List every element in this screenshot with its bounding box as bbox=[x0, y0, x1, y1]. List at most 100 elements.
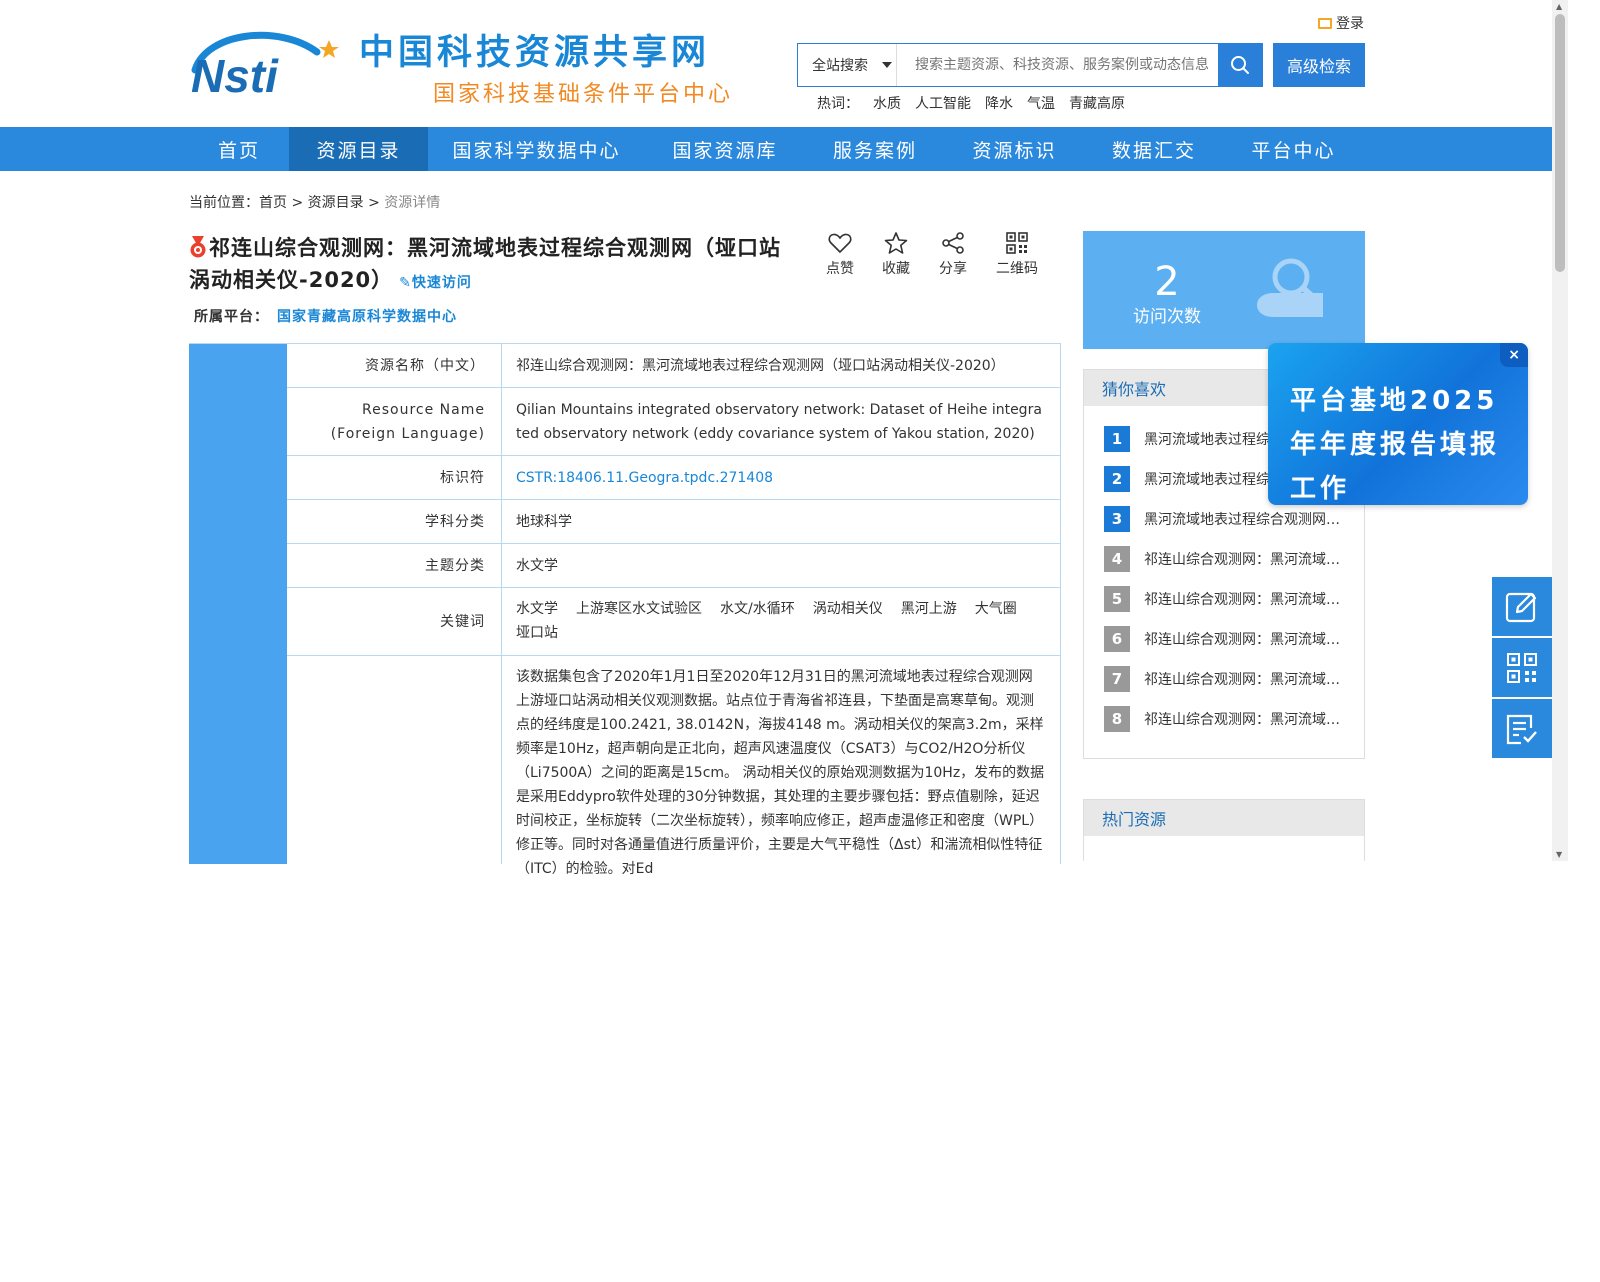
quick-access-label: 快速访问 bbox=[411, 275, 472, 291]
site-logo[interactable]: Nsti 中国科技资源共享网 国家科技基础条件平台中心 bbox=[189, 24, 730, 108]
section-basic-info-label: 基本 信息 bbox=[189, 798, 287, 1275]
feedback-button[interactable] bbox=[1492, 577, 1552, 636]
table-row: 资源名称（中文） 祁连山综合观测网：黑河流域地表过程综合观测网（垭口站涡动相关仪… bbox=[287, 344, 1061, 388]
table-row: 主题分类 水文学 bbox=[287, 544, 1061, 588]
qrcode-label: 二维码 bbox=[996, 261, 1038, 277]
list-item-title: 祁连山综合观测网：黑河流域… bbox=[1144, 592, 1340, 608]
search-button[interactable] bbox=[1218, 44, 1262, 86]
breadcrumb-catalog[interactable]: 资源目录 bbox=[308, 195, 364, 211]
list-item[interactable]: 8 祁连山综合观测网：黑河流域… bbox=[1104, 706, 1340, 732]
resource-actions: 点赞 收藏 分享 二维码 bbox=[812, 232, 1062, 282]
popup-text: 平台基地2025年年度报告填报工作 bbox=[1290, 386, 1501, 504]
table-row: 学科分类 地球科学 bbox=[287, 500, 1061, 544]
keyword-tag[interactable]: 大气圈 bbox=[975, 597, 1017, 621]
keyword-tag[interactable]: 垭口站 bbox=[516, 621, 558, 645]
list-item[interactable]: 5 祁连山综合观测网：黑河流域… bbox=[1104, 586, 1340, 612]
field-key: 资源名称（中文） bbox=[287, 344, 502, 387]
hot-word[interactable]: 青藏高原 bbox=[1069, 93, 1125, 113]
breadcrumb: 当前位置：首页 > 资源目录 > 资源详情 bbox=[189, 192, 440, 212]
nav-item-resource-repository[interactable]: 国家资源库 bbox=[645, 127, 805, 171]
caret-down-icon bbox=[882, 62, 892, 68]
window-edge bbox=[1568, 0, 1600, 861]
description-text: 该数据集包含了2020年1月1日至2020年12月31日的黑河流域地表过程综合观… bbox=[516, 669, 1045, 877]
search-input[interactable] bbox=[897, 44, 1218, 86]
hot-word[interactable]: 人工智能 bbox=[915, 93, 971, 113]
close-icon[interactable]: × bbox=[1508, 347, 1520, 363]
qrcode-button[interactable]: 二维码 bbox=[989, 232, 1045, 278]
svg-text:Nsti: Nsti bbox=[191, 50, 279, 98]
identifier-link[interactable]: CSTR:18406.11.Geogra.tpdc.271408 bbox=[502, 456, 1060, 499]
favorite-button[interactable]: 收藏 bbox=[868, 232, 924, 278]
nav-item-science-data-center[interactable]: 国家科学数据中心 bbox=[428, 127, 645, 171]
nav-item-resource-id[interactable]: 资源标识 bbox=[945, 127, 1084, 171]
field-key: 主题分类 bbox=[287, 544, 502, 587]
field-value: 祁连山综合观测网：黑河流域地表过程综合观测网（垭口站涡动相关仪-2020） bbox=[516, 357, 1005, 374]
platform-label: 所属平台： bbox=[194, 309, 269, 325]
share-label: 分享 bbox=[939, 261, 967, 277]
table-row: 关键词 水文学 上游寒区水文试验区 水文/水循环 涡动相关仪 黑河上游 大气圈垭口站 bbox=[287, 588, 1061, 656]
site-subtitle: 国家科技基础条件平台中心 bbox=[433, 82, 734, 107]
rank-badge: 8 bbox=[1104, 706, 1130, 732]
scroll-down-icon[interactable]: ▼ bbox=[1556, 850, 1562, 859]
keywords-list: 水文学 上游寒区水文试验区 水文/水循环 涡动相关仪 黑河上游 大气圈垭口站 bbox=[502, 588, 1060, 655]
hot-words-label: 热词： bbox=[817, 96, 859, 112]
login-link[interactable]: 登录 bbox=[1318, 13, 1364, 33]
list-item[interactable]: 3 黑河流域地表过程综合观测网（… bbox=[1104, 506, 1340, 532]
rank-badge: 6 bbox=[1104, 626, 1130, 652]
field-value: Qilian Mountains integrated observatory … bbox=[516, 401, 1042, 442]
share-button[interactable]: 分享 bbox=[925, 232, 981, 278]
keyword-tag[interactable]: 涡动相关仪 bbox=[813, 597, 883, 621]
platform-link[interactable]: 国家青藏高原科学数据中心 bbox=[277, 309, 457, 325]
list-item-title: 祁连山综合观测网：黑河流域… bbox=[1144, 712, 1340, 728]
like-button[interactable]: 点赞 bbox=[812, 232, 868, 278]
survey-button[interactable] bbox=[1492, 699, 1552, 758]
field-key-line: (Foreign Language) bbox=[330, 425, 485, 442]
search-scope-select[interactable]: 全站搜索 bbox=[798, 44, 897, 86]
nav-item-platform-center[interactable]: 平台中心 bbox=[1224, 127, 1363, 171]
list-item[interactable]: 6 祁连山综合观测网：黑河流域… bbox=[1104, 626, 1340, 652]
page-scrollbar[interactable]: ▲ ▼ bbox=[1552, 0, 1568, 861]
nav-item-catalog[interactable]: 资源目录 bbox=[289, 127, 428, 171]
breadcrumb-prefix: 当前位置： bbox=[189, 195, 259, 211]
keyword-tag[interactable]: 黑河上游 bbox=[901, 597, 957, 621]
table-row: 该数据集包含了2020年1月1日至2020年12月31日的黑河流域地表过程综合观… bbox=[287, 656, 1061, 877]
resource-title-text: 祁连山综合观测网：黑河流域地表过程综合观测网（垭口站涡动相关仪-2020） bbox=[189, 236, 781, 292]
advanced-search-button[interactable]: 高级检索 bbox=[1273, 43, 1365, 87]
search-icon bbox=[1231, 56, 1249, 74]
field-key: 关键词 bbox=[287, 588, 502, 655]
resource-info-table: 基本 信息 资源名称（中文） 祁连山综合观测网：黑河流域地表过程综合观测网（垭口站… bbox=[189, 343, 1061, 1275]
list-item-title: 祁连山综合观测网：黑河流域… bbox=[1144, 632, 1340, 648]
breadcrumb-home[interactable]: 首页 bbox=[259, 195, 287, 211]
scroll-up-icon[interactable]: ▲ bbox=[1556, 2, 1562, 11]
star-icon bbox=[884, 232, 908, 254]
keyword-tag[interactable]: 上游寒区水文试验区 bbox=[576, 597, 702, 621]
keyword-tag[interactable]: 水文/水循环 bbox=[720, 597, 795, 621]
keyword-tag[interactable]: 水文学 bbox=[516, 597, 558, 621]
visit-count: 2 bbox=[1154, 259, 1180, 305]
main-nav: 首页 资源目录 国家科学数据中心 国家资源库 服务案例 资源标识 数据汇交 平台… bbox=[0, 127, 1552, 171]
login-label: 登录 bbox=[1336, 16, 1364, 32]
hot-word[interactable]: 气温 bbox=[1027, 93, 1055, 113]
qrcode-float-button[interactable] bbox=[1492, 638, 1552, 697]
list-item-title: 祁连山综合观测网：黑河流域… bbox=[1144, 672, 1340, 688]
list-item[interactable]: 7 祁连山综合观测网：黑河流域… bbox=[1104, 666, 1340, 692]
field-key: 标识符 bbox=[287, 456, 502, 499]
rank-badge: 4 bbox=[1104, 546, 1130, 572]
list-item-title: 祁连山综合观测网：黑河流域… bbox=[1144, 552, 1340, 568]
rank-badge: 7 bbox=[1104, 666, 1130, 692]
site-title: 中国科技资源共享网 bbox=[359, 33, 711, 73]
like-label: 点赞 bbox=[826, 261, 854, 277]
list-item[interactable]: 4 祁连山综合观测网：黑河流域… bbox=[1104, 546, 1340, 572]
share-icon bbox=[942, 232, 964, 254]
quick-access-link[interactable]: ✎快速访问 bbox=[399, 275, 472, 291]
hot-word[interactable]: 水质 bbox=[873, 93, 901, 113]
scrollbar-thumb[interactable] bbox=[1555, 14, 1565, 272]
nsti-logo-icon: Nsti bbox=[191, 31, 339, 98]
table-row: Resource Name (Foreign Language) Qilian M… bbox=[287, 388, 1061, 456]
nav-item-data-submission[interactable]: 数据汇交 bbox=[1084, 127, 1224, 171]
announcement-popup[interactable]: × 平台基地2025年年度报告填报工作 bbox=[1268, 343, 1528, 505]
nav-item-service-cases[interactable]: 服务案例 bbox=[805, 127, 945, 171]
floating-toolbar bbox=[1492, 577, 1552, 760]
hot-word[interactable]: 降水 bbox=[985, 93, 1013, 113]
nav-item-home[interactable]: 首页 bbox=[189, 127, 289, 171]
